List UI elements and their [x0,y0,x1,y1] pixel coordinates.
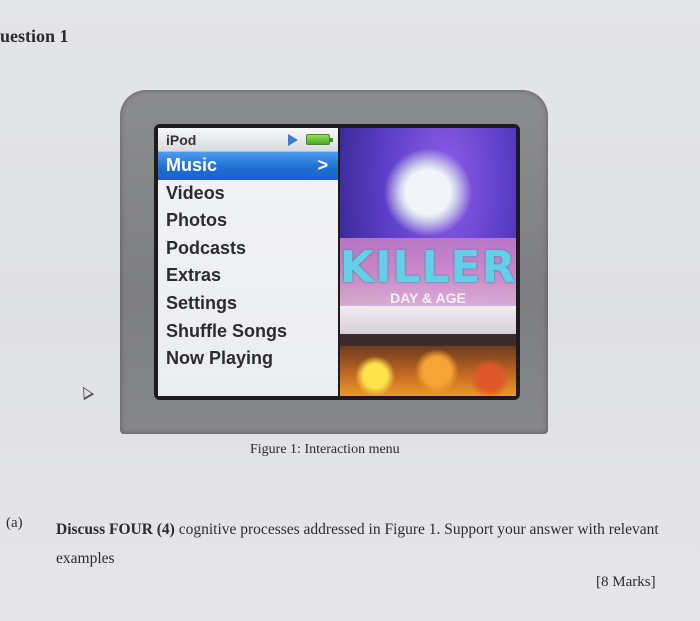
menu-item-label: Photos [166,210,227,231]
menu-item-now-playing[interactable]: Now Playing [158,345,338,373]
question-text: Discuss FOUR (4) cognitive processes add… [56,515,676,573]
album-art: KILLERS DAY & AGE [340,128,516,396]
album-subtitle: DAY & AGE [390,290,466,306]
question-label: (a) [6,515,23,531]
marks-label: [8 Marks] [596,574,656,590]
ipod-menu-pane: iPod Music > Videos Photos Podcasts Extr… [158,128,338,396]
question-bold-part: Discuss FOUR (4) [56,521,175,538]
ipod-screen: iPod Music > Videos Photos Podcasts Extr… [154,124,520,400]
menu-item-photos[interactable]: Photos [158,207,338,235]
album-art-band [340,306,516,334]
menu-item-label: Now Playing [166,348,274,369]
question-heading: uestion 1 [0,26,69,46]
menu-item-settings[interactable]: Settings [158,290,338,318]
menu-item-extras[interactable]: Extras [158,262,338,290]
album-art-fire [340,346,516,396]
chevron-right-icon: > [317,155,328,175]
menu-item-videos[interactable]: Videos [158,180,338,208]
mouse-cursor-icon [77,383,95,401]
play-icon [288,134,298,146]
menu-item-label: Podcasts [166,237,247,258]
ipod-title: iPod [166,132,197,148]
menu-item-label: Videos [166,182,225,203]
menu-item-label: Shuffle Songs [166,320,287,341]
ipod-menu-list: Music > Videos Photos Podcasts Extras Se… [158,152,338,373]
ipod-title-bar: iPod [158,128,338,152]
figure-caption: Figure 1: Interaction menu [250,442,400,457]
menu-item-label: Music [166,155,218,175]
menu-item-label: Extras [166,265,222,286]
menu-item-music[interactable]: Music > [158,152,338,180]
menu-item-shuffle-songs[interactable]: Shuffle Songs [158,318,338,346]
menu-item-label: Settings [166,292,238,313]
menu-item-podcasts[interactable]: Podcasts [158,235,338,263]
album-title: KILLERS [340,242,516,293]
battery-icon [306,134,333,145]
